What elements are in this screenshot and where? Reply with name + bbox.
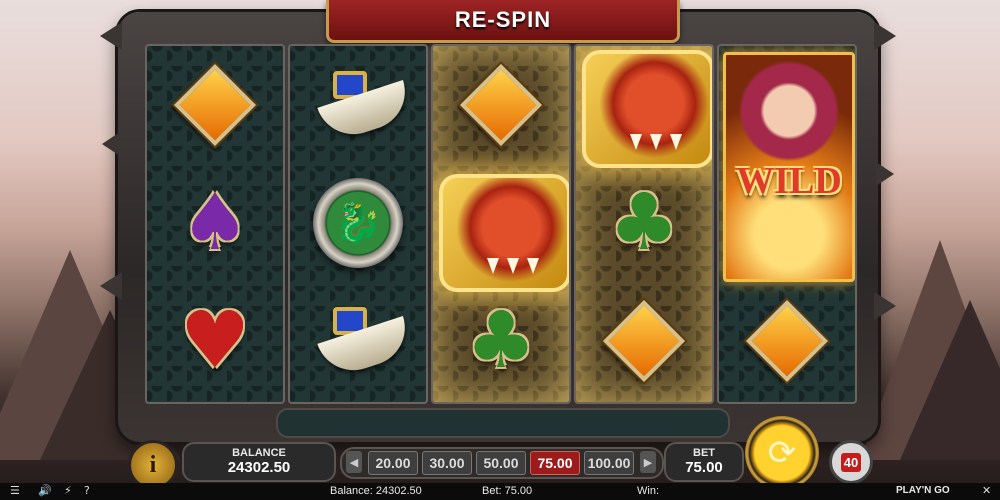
bet-option[interactable]: 30.00: [422, 451, 472, 475]
autoplay-button[interactable]: 40: [829, 440, 873, 484]
win-display-bar: [276, 408, 730, 438]
bet-option[interactable]: 50.00: [476, 451, 526, 475]
balance-value: 24302.50: [227, 459, 291, 476]
info-icon: i: [149, 451, 157, 478]
wild-symbol: WILD: [723, 52, 855, 282]
balance-display: BALANCE 24302.50: [182, 442, 336, 482]
green-club-symbol: ♣: [576, 164, 712, 282]
sound-icon[interactable]: 🔊: [38, 484, 52, 497]
reel-4: ♣: [574, 44, 714, 404]
dagger-symbol: [290, 46, 426, 164]
reel-1: ♠ ♥: [145, 44, 285, 404]
bet-display: BET 75.00: [664, 442, 744, 482]
status-balance: Balance: 24302.50: [330, 485, 422, 497]
orange-diamond-symbol: [719, 282, 855, 400]
bet-option[interactable]: 100.00: [584, 451, 634, 475]
orange-diamond-symbol: [147, 46, 283, 164]
spade-icon: ♠: [180, 178, 250, 268]
banner-text: RE-SPIN: [454, 7, 552, 32]
close-icon[interactable]: ✕: [982, 484, 991, 497]
red-heart-symbol: ♥: [147, 282, 283, 400]
status-win: Win:: [637, 485, 659, 497]
orange-diamond-symbol: [433, 46, 569, 164]
turbo-icon[interactable]: ⚡: [64, 484, 72, 497]
club-icon: ♣: [609, 178, 679, 268]
red-dragon-symbol: [576, 46, 712, 168]
help-icon[interactable]: ?: [84, 484, 90, 497]
status-bar: ☰ 🔊 ⚡ ? Balance: 24302.50 Bet: 75.00 Win…: [0, 483, 1000, 500]
purple-spade-symbol: ♠: [147, 164, 283, 282]
reel-2: 🐉: [288, 44, 428, 404]
reel-3: ♣: [431, 44, 571, 404]
heart-icon: ♥: [180, 296, 250, 386]
status-bet: Bet: 75.00: [482, 485, 533, 497]
wild-label: WILD: [736, 160, 842, 202]
bet-value: 75.00: [685, 459, 723, 476]
menu-icon[interactable]: ☰: [10, 484, 20, 497]
club-icon: ♣: [466, 296, 536, 386]
orange-diamond-symbol: [576, 282, 712, 400]
spin-button[interactable]: ⟳: [745, 416, 819, 490]
red-dragon-symbol: [433, 164, 569, 292]
spin-icon: ⟳: [767, 433, 797, 473]
bet-option[interactable]: 20.00: [368, 451, 418, 475]
dragon-coin-symbol: 🐉: [290, 164, 426, 282]
bet-decrease-button[interactable]: ◀: [346, 451, 362, 473]
red-dragon-icon: [439, 174, 569, 292]
dagger-icon: [303, 65, 415, 145]
bet-option-selected[interactable]: 75.00: [530, 451, 580, 475]
green-club-symbol: ♣: [433, 282, 569, 400]
dagger-symbol: [290, 282, 426, 400]
bet-label: BET: [693, 447, 715, 459]
bet-selector: ◀ 20.00 30.00 50.00 75.00 100.00 ▶: [340, 447, 664, 479]
brand-logo: PLAY'N GO: [896, 485, 950, 496]
reel-5: WILD: [717, 44, 857, 404]
balance-label: BALANCE: [232, 447, 286, 459]
respin-banner: RE-SPIN: [326, 0, 680, 43]
autoplay-value: 40: [840, 452, 862, 472]
bet-increase-button[interactable]: ▶: [640, 451, 656, 473]
dragon-coin-icon: 🐉: [313, 178, 403, 268]
red-dragon-icon: [582, 50, 712, 168]
dagger-icon: [303, 301, 415, 381]
